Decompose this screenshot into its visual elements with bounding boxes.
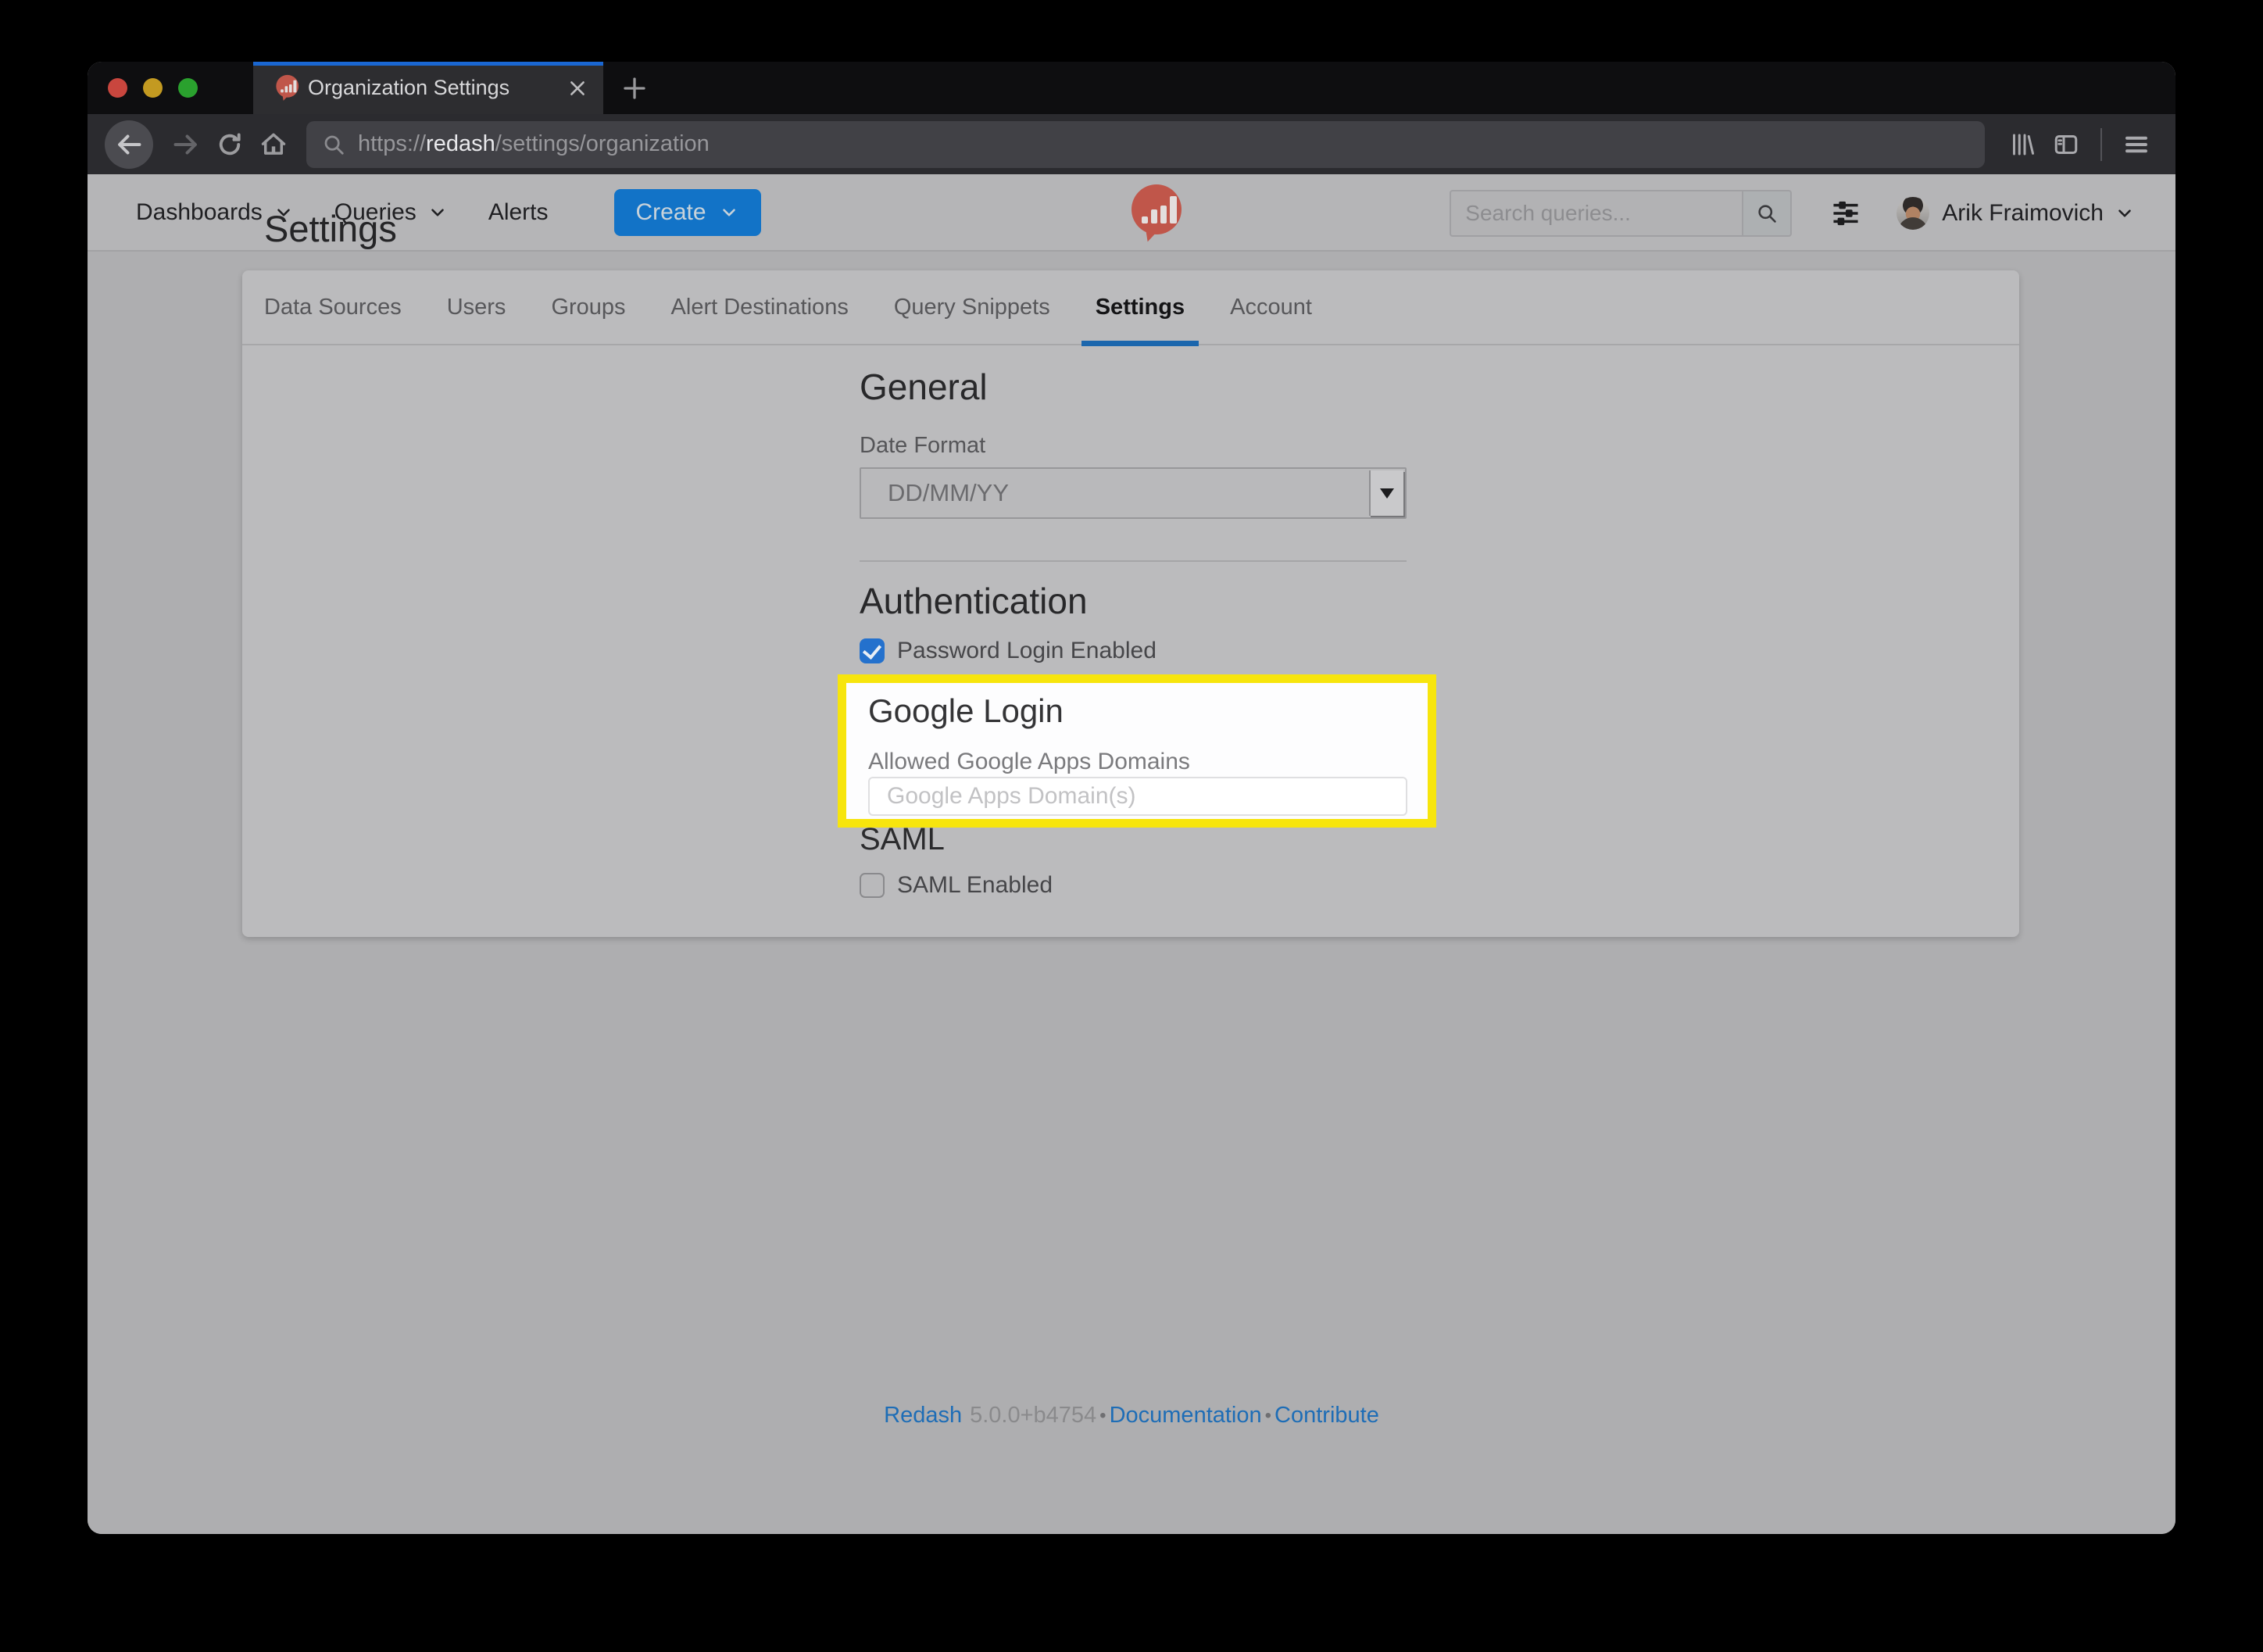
url-path: /settings/organization [495,131,710,156]
chevron-down-icon [719,202,739,223]
settings-card: Data Sources Users Groups Alert Destinat… [242,270,2019,937]
select-dropdown-arrow-icon[interactable] [1369,470,1403,516]
redash-favicon [269,74,295,102]
tab-settings[interactable]: Settings [1096,270,1185,345]
tab-data-sources[interactable]: Data Sources [264,270,402,345]
url-text: https://redash/settings/organization [358,131,710,157]
footer-redash-link[interactable]: Redash [884,1403,962,1429]
toolbar-separator [2100,128,2102,161]
forward-button[interactable] [164,123,208,166]
create-button-label: Create [636,199,706,226]
library-icon[interactable] [2000,123,2044,166]
desktop-background: Organization Settings [0,0,2263,1652]
browser-window: Organization Settings [88,62,2175,1534]
section-divider [860,560,1407,562]
google-login-heading: Google Login [868,692,1064,730]
tab-query-snippets[interactable]: Query Snippets [894,270,1050,345]
user-avatar[interactable] [1897,197,1929,230]
date-format-label: Date Format [860,433,985,459]
active-tab-indicator [253,62,603,66]
tab-account[interactable]: Account [1230,270,1312,345]
page-content: Dashboards Queries Alerts Create [88,174,2175,1534]
app-footer: Redash 5.0.0+b4754 • Documentation • Con… [88,1403,2175,1429]
tab-alert-destinations[interactable]: Alert Destinations [671,270,849,345]
footer-separator-dot: • [1265,1405,1271,1427]
url-domain: redash [426,131,495,156]
google-login-highlight-box: Google Login Allowed Google Apps Domains [838,674,1436,828]
browser-toolbar: https://redash/settings/organization [88,114,2175,174]
menu-icon[interactable] [2115,123,2158,166]
tab-users[interactable]: Users [447,270,506,345]
create-button[interactable]: Create [614,189,761,236]
nav-alerts[interactable]: Alerts [488,199,549,226]
tab-groups[interactable]: Groups [551,270,625,345]
search-box [1450,190,1792,237]
saml-enabled-label: SAML Enabled [897,872,1053,899]
browser-tabstrip: Organization Settings [88,62,2175,114]
nav-alerts-label: Alerts [488,199,549,226]
browser-tab-active[interactable]: Organization Settings [253,62,603,114]
close-window-button[interactable] [108,78,127,98]
zoom-window-button[interactable] [178,78,198,98]
password-login-row: Password Login Enabled [860,638,1157,664]
window-controls [108,78,198,98]
reload-button[interactable] [208,123,252,166]
search-icon [322,133,345,156]
general-heading: General [860,366,988,408]
saml-heading: SAML [860,822,945,857]
date-format-select[interactable]: DD/MM/YY [860,467,1407,519]
saml-enabled-row: SAML Enabled [860,872,1053,899]
google-domains-label: Allowed Google Apps Domains [868,749,1190,775]
tab-close-icon[interactable] [567,78,588,98]
sidebar-toggle-icon[interactable] [2044,123,2088,166]
minimize-window-button[interactable] [143,78,163,98]
url-bar[interactable]: https://redash/settings/organization [306,121,1985,168]
footer-contribute-link[interactable]: Contribute [1275,1403,1379,1429]
app-navbar: Dashboards Queries Alerts Create [88,174,2175,252]
password-login-checkbox[interactable] [860,638,885,663]
footer-documentation-link[interactable]: Documentation [1110,1403,1262,1429]
nav-dashboards-label: Dashboards [136,199,263,226]
authentication-heading: Authentication [860,580,1088,622]
password-login-label: Password Login Enabled [897,638,1157,664]
footer-separator-dot: • [1099,1405,1106,1427]
footer-version: 5.0.0+b4754 [970,1403,1096,1429]
new-tab-button[interactable] [617,71,652,105]
sliders-icon [1831,199,1861,227]
back-button[interactable] [105,120,153,169]
search-icon [1756,202,1778,224]
chevron-down-icon[interactable] [2115,203,2135,223]
url-protocol: https:// [358,131,426,156]
page-title: Settings [264,207,397,250]
admin-settings-button[interactable] [1831,199,1861,227]
search-input[interactable] [1450,190,1742,237]
google-domains-input[interactable] [868,777,1407,816]
settings-tabs: Data Sources Users Groups Alert Destinat… [242,270,2019,345]
chevron-down-icon [427,202,448,223]
saml-enabled-checkbox[interactable] [860,873,885,898]
home-button[interactable] [252,123,295,166]
navbar-right: Arik Fraimovich [1450,174,2135,252]
search-button[interactable] [1742,190,1792,237]
user-name: Arik Fraimovich [1942,200,2104,227]
tab-title: Organization Settings [308,76,567,100]
date-format-value: DD/MM/YY [861,479,1009,507]
